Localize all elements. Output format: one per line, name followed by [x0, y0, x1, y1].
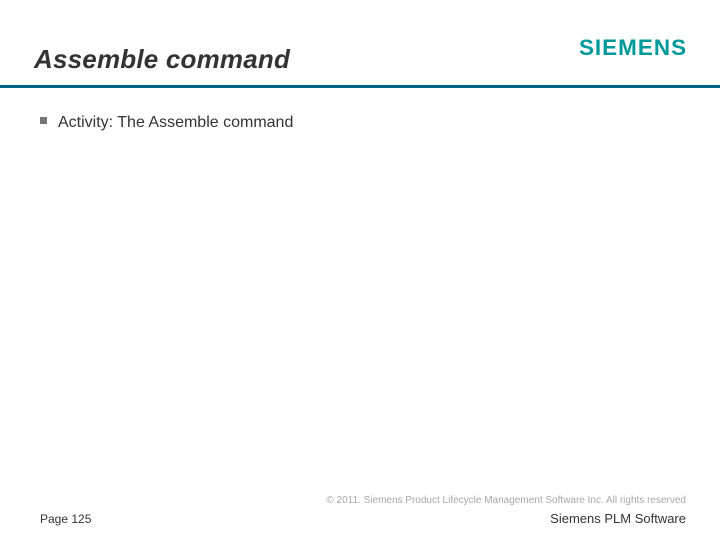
header: Assemble command SIEMENS [0, 0, 720, 88]
copyright-text: © 2011. Siemens Product Lifecycle Manage… [326, 495, 686, 506]
page-number: Page 125 [40, 512, 91, 526]
slide: Assemble command SIEMENS Activity: The A… [0, 0, 720, 540]
slide-body: Activity: The Assemble command [40, 110, 680, 460]
slide-title: Assemble command [34, 44, 290, 75]
bullet-list: Activity: The Assemble command [40, 110, 680, 136]
siemens-logo: SIEMENS [579, 35, 687, 61]
list-item: Activity: The Assemble command [40, 110, 680, 136]
footer: © 2011. Siemens Product Lifecycle Manage… [0, 482, 720, 540]
product-name: Siemens PLM Software [550, 511, 686, 526]
bullet-label: Activity: The Assemble command [58, 114, 293, 131]
